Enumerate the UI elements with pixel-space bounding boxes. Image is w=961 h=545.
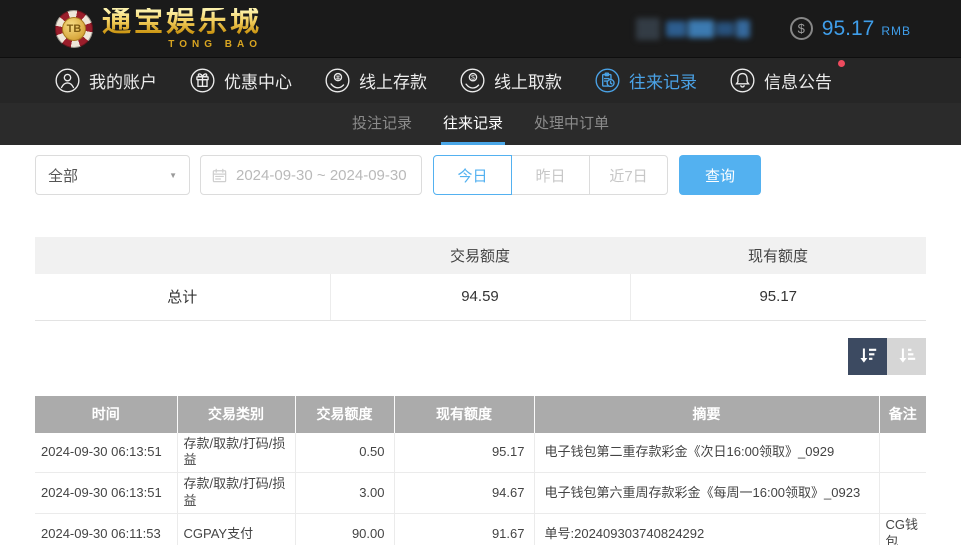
nav-item-promotions[interactable]: 优惠中心 xyxy=(190,68,292,93)
cell-time: 2024-09-30 06:13:51 xyxy=(35,473,177,514)
summary-transaction-total: 94.59 xyxy=(330,274,630,320)
balance-currency: RMB xyxy=(881,19,911,38)
content: 全部 ▼ 2024-09-30 ~ 2024-09-30 今日 昨日 近7日 查… xyxy=(0,155,961,545)
notification-dot xyxy=(838,60,845,67)
cell-summary: 电子钱包第六重周存款彩金《每周一16:00领取》_0923 xyxy=(534,473,879,514)
type-select-value: 全部 xyxy=(48,165,78,186)
cell-balance: 94.67 xyxy=(394,473,534,514)
chevron-down-icon: ▼ xyxy=(169,171,177,180)
app-header: TB 通宝娱乐城 TONG BAO $ 95.17 RMB xyxy=(0,0,961,57)
sort-bar xyxy=(35,338,926,375)
col-header-amount: 交易额度 xyxy=(295,396,394,433)
summary-table: 交易额度 现有额度 总计 94.59 95.17 xyxy=(35,237,926,321)
cell-summary: 单号:202409303740824292 xyxy=(534,514,879,545)
table-row: 2024-09-30 06:13:51 存款/取款/打码/损益 3.00 94.… xyxy=(35,473,926,514)
date-range-input[interactable]: 2024-09-30 ~ 2024-09-30 xyxy=(200,155,422,195)
table-row: 2024-09-30 06:11:53 CGPAY支付 90.00 91.67 … xyxy=(35,514,926,545)
nav-item-announcements[interactable]: 信息公告 xyxy=(730,68,832,93)
balance-display: $ 95.17 RMB xyxy=(790,17,911,41)
range-yesterday-button[interactable]: 昨日 xyxy=(511,155,590,195)
summary-header-row: 交易额度 现有额度 xyxy=(35,237,926,274)
bell-icon xyxy=(730,68,755,93)
cell-type: 存款/取款/打码/损益 xyxy=(177,433,295,473)
summary-total-label: 总计 xyxy=(35,274,330,320)
balance-amount: 95.17 xyxy=(822,17,875,41)
user-icon xyxy=(55,68,80,93)
col-header-summary: 摘要 xyxy=(534,396,879,433)
cell-amount: 90.00 xyxy=(295,514,394,545)
summary-header-current-amount: 现有额度 xyxy=(630,237,926,274)
cell-summary: 电子钱包第二重存款彩金《次日16:00领取》_0929 xyxy=(534,433,879,473)
nav-label: 往来记录 xyxy=(629,68,697,93)
sort-ascending-button[interactable] xyxy=(887,338,926,375)
logo[interactable]: TB 通宝娱乐城 TONG BAO xyxy=(55,8,262,50)
logo-title: 通宝娱乐城 xyxy=(102,8,262,37)
tab-processing-orders[interactable]: 处理中订单 xyxy=(532,103,611,145)
summary-header-empty xyxy=(35,237,330,274)
summary-total-row: 总计 94.59 95.17 xyxy=(35,274,926,320)
nav-label: 线上存款 xyxy=(359,68,427,93)
header-right: $ 95.17 RMB xyxy=(636,16,911,42)
cell-amount: 3.00 xyxy=(295,473,394,514)
range-today-button[interactable]: 今日 xyxy=(433,155,512,195)
nav-item-my-account[interactable]: 我的账户 xyxy=(55,68,157,93)
main-nav: 我的账户 优惠中心 线上存款 $ 线上取款 xyxy=(0,57,961,103)
tab-betting-records[interactable]: 投注记录 xyxy=(350,103,414,145)
nav-item-online-deposit[interactable]: 线上存款 xyxy=(325,68,427,93)
calendar-icon xyxy=(211,167,228,184)
records-table: 时间 交易类别 交易额度 现有额度 摘要 备注 2024-09-30 06:13… xyxy=(35,396,926,545)
nav-label: 优惠中心 xyxy=(224,68,292,93)
gift-icon xyxy=(190,68,215,93)
filter-bar: 全部 ▼ 2024-09-30 ~ 2024-09-30 今日 昨日 近7日 查… xyxy=(35,155,926,195)
nav-label: 我的账户 xyxy=(89,68,157,93)
sort-descending-icon xyxy=(857,345,879,367)
cell-type: CGPAY支付 xyxy=(177,514,295,545)
cell-remark xyxy=(879,473,926,514)
sub-tab-bar: 投注记录 往来记录 处理中订单 xyxy=(0,103,961,145)
date-range-value: 2024-09-30 ~ 2024-09-30 xyxy=(236,167,407,184)
range-last7days-button[interactable]: 近7日 xyxy=(589,155,668,195)
sort-descending-button[interactable] xyxy=(848,338,887,375)
col-header-remark: 备注 xyxy=(879,396,926,433)
cell-type: 存款/取款/打码/损益 xyxy=(177,473,295,514)
dollar-glyph: $ xyxy=(798,21,805,36)
cell-remark xyxy=(879,433,926,473)
logo-text: 通宝娱乐城 TONG BAO xyxy=(102,8,262,50)
cell-remark: CG钱包 xyxy=(879,514,926,545)
col-header-time: 时间 xyxy=(35,396,177,433)
nav-label: 信息公告 xyxy=(764,68,832,93)
type-select[interactable]: 全部 ▼ xyxy=(35,155,190,195)
tab-transaction-records[interactable]: 往来记录 xyxy=(441,103,505,145)
cell-time: 2024-09-30 06:13:51 xyxy=(35,433,177,473)
query-button[interactable]: 查询 xyxy=(679,155,761,195)
nav-item-transaction-records[interactable]: 往来记录 xyxy=(595,68,697,93)
summary-balance-total: 95.17 xyxy=(630,274,926,320)
cell-balance: 95.17 xyxy=(394,433,534,473)
cell-balance: 91.67 xyxy=(394,514,534,545)
records-clipboard-icon xyxy=(595,68,620,93)
cell-time: 2024-09-30 06:11:53 xyxy=(35,514,177,545)
dollar-icon: $ xyxy=(790,17,813,40)
col-header-type: 交易类别 xyxy=(177,396,295,433)
summary-header-transaction-amount: 交易额度 xyxy=(330,237,630,274)
casino-chip-icon: TB xyxy=(55,10,93,48)
col-header-balance: 现有额度 xyxy=(394,396,534,433)
deposit-hand-coin-icon xyxy=(325,68,350,93)
nav-label: 线上取款 xyxy=(494,68,562,93)
quick-range-group: 今日 昨日 近7日 xyxy=(433,155,668,195)
chip-label: TB xyxy=(67,23,82,35)
dollar-glyph: $ xyxy=(471,75,475,82)
table-row: 2024-09-30 06:13:51 存款/取款/打码/损益 0.50 95.… xyxy=(35,433,926,473)
nav-item-online-withdrawal[interactable]: $ 线上取款 xyxy=(460,68,562,93)
logo-subtitle: TONG BAO xyxy=(168,40,262,50)
withdraw-hand-dollar-icon: $ xyxy=(460,68,485,93)
sort-ascending-icon xyxy=(896,345,918,367)
blurred-username xyxy=(636,16,750,42)
records-header-row: 时间 交易类别 交易额度 现有额度 摘要 备注 xyxy=(35,396,926,433)
cell-amount: 0.50 xyxy=(295,433,394,473)
